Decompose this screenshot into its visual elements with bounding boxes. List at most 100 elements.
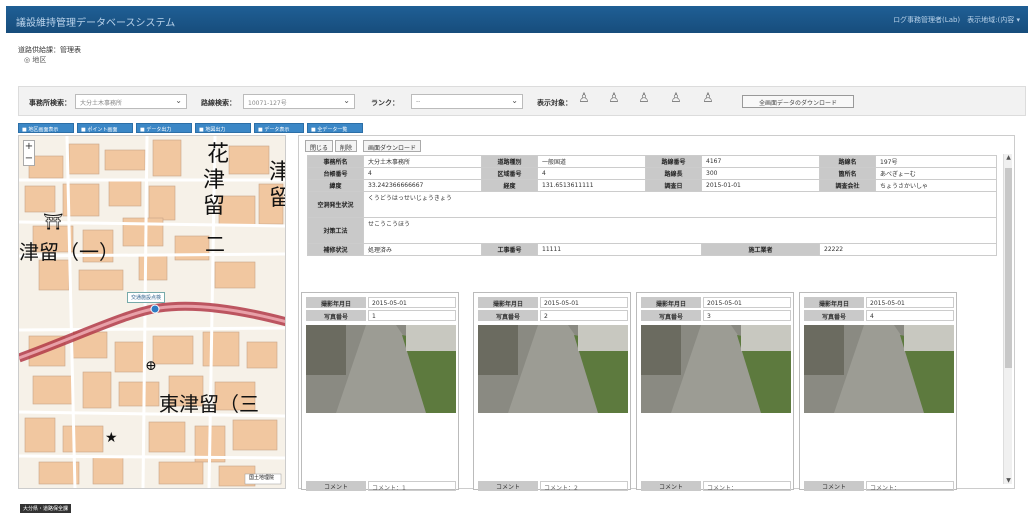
post-office-icon: ⊕ (145, 358, 157, 374)
table-row: 補修状況 処理済み 工事番号 11111 施工業者 22222 (307, 243, 997, 256)
map-button-3[interactable]: ■ データ出力 (136, 123, 192, 133)
scroll-down-icon[interactable]: ▼ (1004, 477, 1013, 484)
map-button-6[interactable]: ■ 全データ一覧 (307, 123, 363, 133)
cell-label: 調査会社 (819, 179, 876, 192)
zoom-out-button[interactable]: − (24, 153, 34, 165)
footer-badge: 大分県・道路保全課 (20, 504, 72, 513)
comment-value: コメント： (866, 481, 954, 492)
map-view[interactable]: + − 花 津 留 津 留 津留（一） 東津留（三 二 ⛩ ⊕ ★ 交通施設点検… (18, 135, 286, 489)
cell-value: 処理済み (363, 243, 482, 256)
rank-c-icon[interactable]: ♙ (635, 91, 653, 111)
cell-value: 300 (701, 167, 820, 180)
cell-value: 大分土木事務所 (363, 155, 482, 168)
chevron-down-icon: ⌄ (343, 96, 350, 105)
map-marker-label[interactable]: 交通施設点検 (127, 292, 166, 303)
map-label-tsudome-1: 津留（一） (19, 240, 119, 264)
road-photo[interactable] (641, 325, 791, 413)
download-all-button[interactable]: 全画面データのダウンロード (742, 95, 854, 108)
map-label-higashi-tsudome: 東津留（三 (159, 392, 259, 416)
cell-value: 4167 (701, 155, 820, 168)
scroll-up-icon[interactable]: ▲ (1004, 154, 1013, 161)
photo-date-label: 撮影年月日 (478, 297, 538, 308)
road-filter-label: 路線検索： (201, 99, 236, 107)
cell-label: 補修状況 (307, 243, 364, 256)
cell-value: せこうこうほう (363, 217, 997, 244)
chevron-down-icon: ⌄ (511, 96, 518, 105)
map-label-ru-2: 留 (269, 180, 285, 212)
map-label-ru: 留 (203, 194, 226, 219)
photo-number-label: 写真番号 (306, 310, 366, 321)
rank-select[interactable]: -- ⌄ (411, 94, 523, 109)
cell-value: 131.6513611111 (537, 179, 646, 192)
cell-label: 対策工法 (307, 217, 364, 244)
road-photo[interactable] (306, 325, 456, 413)
chevron-down-icon: ⌄ (175, 96, 182, 105)
map-button-5[interactable]: ■ データ表示 (254, 123, 304, 133)
table-row: 台帳番号 4 区域番号 4 路線長 300 箇所名 あべぎょーむ (307, 167, 997, 180)
photo-card: 撮影年月日 2015-05-01 写真番号 2 コメント コメント：2 (473, 292, 631, 492)
cell-value: 11111 (537, 243, 702, 256)
photo-number-label: 写真番号 (804, 310, 864, 321)
photo-number-value: 4 (866, 310, 954, 321)
scroll-thumb[interactable] (1005, 168, 1012, 368)
photo-gallery: 撮影年月日 2015-05-01 写真番号 1 コメント コメント：1 撮影年月日 20… (301, 292, 995, 492)
photo-date-label: 撮影年月日 (306, 297, 366, 308)
table-row: 空洞発生状況 くうどうはっせいじょうきょう (307, 191, 997, 218)
zoom-in-button[interactable]: + (24, 141, 34, 153)
app-title: 議設維持管理データベースシステム (16, 18, 176, 29)
cell-label: 道路種別 (481, 155, 538, 168)
map-canvas (19, 136, 285, 488)
office-select-value: 大分土木事務所 (80, 100, 123, 107)
cell-value: 22222 (819, 243, 997, 256)
comment-value: コメント：1 (368, 481, 456, 492)
photo-number-value: 1 (368, 310, 456, 321)
table-row: 事務所名 大分土木事務所 道路種別 一般国道 路線番号 4167 路線名 197… (307, 155, 997, 168)
road-photo[interactable] (478, 325, 628, 413)
sub-breadcrumb[interactable]: ◎ 地区 (24, 55, 46, 65)
close-button[interactable]: 閉じる (305, 140, 334, 152)
rank-select-value: -- (416, 98, 421, 105)
cell-value: 4 (537, 167, 646, 180)
cell-label: 調査日 (645, 179, 702, 192)
table-row: 対策工法 せこうこうほう (307, 217, 997, 244)
cell-label: 事務所名 (307, 155, 364, 168)
photo-date-value: 2015-05-01 (866, 297, 954, 308)
cell-value: 4 (363, 167, 482, 180)
office-select[interactable]: 大分土木事務所 ⌄ (75, 94, 187, 109)
map-attribution: 国土地理院 (249, 475, 275, 481)
user-menu[interactable]: ログ事務管理者(Lab) 表示地域:(内容 ▾ (893, 15, 1020, 25)
photo-date-value: 2015-05-01 (703, 297, 791, 308)
comment-label: コメント (804, 481, 864, 491)
rank-a-icon[interactable]: ♙ (575, 91, 593, 111)
rank-d-icon[interactable]: ♙ (667, 91, 685, 111)
cell-value: 33.242366666667 (363, 179, 482, 192)
road-photo[interactable] (804, 325, 954, 413)
road-select-value: 10071-127号 (248, 100, 287, 107)
detail-table: 事務所名 大分土木事務所 道路種別 一般国道 路線番号 4167 路線名 197… (307, 155, 997, 256)
shrine-icon: ⛩ (43, 212, 64, 231)
app-header: 議設維持管理データベースシステム ログ事務管理者(Lab) 表示地域:(内容 ▾ (6, 6, 1028, 33)
cell-value: 一般国道 (537, 155, 646, 168)
map-zoom-control: + − (23, 140, 35, 166)
map-button-2[interactable]: ■ ポイント画面 (77, 123, 133, 133)
cell-label: 路線番号 (645, 155, 702, 168)
screen-download-button[interactable]: 画面ダウンロード (363, 140, 422, 152)
office-filter-label: 事務所検索： (29, 99, 71, 107)
table-row: 緯度 33.242366666667 経度 131.6513611111 調査日… (307, 179, 997, 192)
cell-label: 台帳番号 (307, 167, 364, 180)
cell-label: 路線長 (645, 167, 702, 180)
map-button-4[interactable]: ■ 地図出力 (195, 123, 251, 133)
rank-e-icon[interactable]: ♙ (699, 91, 717, 111)
breadcrumb: 道路供給課：管理表 (18, 46, 81, 54)
delete-button[interactable]: 削除 (335, 140, 358, 152)
panel-scrollbar[interactable]: ▲ ▼ (1003, 154, 1012, 484)
map-button-1[interactable]: ■ 地区画面表示 (18, 123, 74, 133)
photo-date-value: 2015-05-01 (368, 297, 456, 308)
rank-b-icon[interactable]: ♙ (605, 91, 623, 111)
photo-card: 撮影年月日 2015-05-01 写真番号 4 コメント コメント： (799, 292, 957, 492)
cell-label: 工事番号 (481, 243, 538, 256)
cell-value: 197号 (875, 155, 997, 168)
comment-value: コメント：2 (540, 481, 628, 492)
road-select[interactable]: 10071-127号 ⌄ (243, 94, 355, 109)
photo-date-label: 撮影年月日 (804, 297, 864, 308)
